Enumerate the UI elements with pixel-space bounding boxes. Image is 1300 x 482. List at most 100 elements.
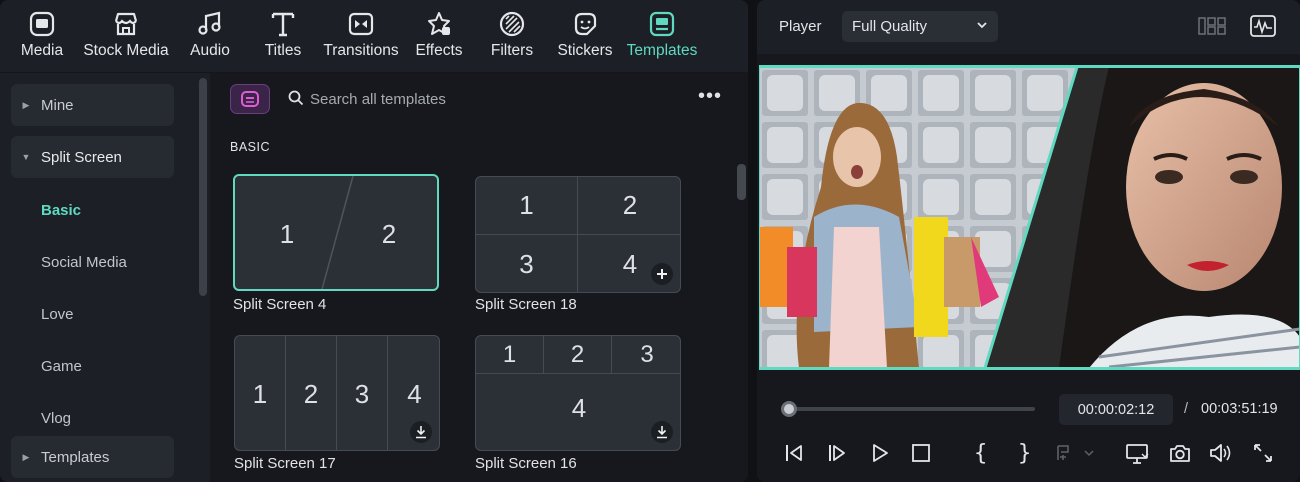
speaker-icon <box>1210 444 1231 462</box>
sparkle-icon <box>424 9 454 39</box>
display-settings-button[interactable] <box>1125 443 1149 465</box>
subcategory-basic[interactable]: Basic <box>41 202 81 219</box>
toolbar-audio[interactable]: Audio <box>180 0 240 73</box>
templates-icon <box>647 9 677 39</box>
sidebar-scrollbar[interactable] <box>199 78 207 296</box>
template-cell-label: 2 <box>381 219 397 249</box>
volume-button[interactable] <box>1209 443 1233 463</box>
media-library-panel: Media Stock Media Audio Titles Transitio… <box>0 0 748 482</box>
template-caption: Split Screen 4 <box>233 296 327 313</box>
text-t-icon <box>268 9 298 39</box>
template-cell-label: 3 <box>337 336 388 450</box>
next-frame-button[interactable] <box>827 443 847 463</box>
my-templates-button[interactable] <box>230 84 270 114</box>
subcategory-game[interactable]: Game <box>41 358 82 375</box>
template-card[interactable]: 1 2 3 4 Split Screen 17 <box>234 335 440 475</box>
audio-waveform-icon[interactable] <box>1250 15 1276 37</box>
toolbar-titles[interactable]: Titles <box>255 0 311 73</box>
preview-frame <box>759 67 1300 368</box>
total-duration: 00:03:51:19 <box>1201 401 1278 417</box>
template-card[interactable]: 1 2 Split Screen 4 <box>233 174 441 320</box>
template-thumbnail: 1 2 3 4 <box>475 176 681 293</box>
filter-icon <box>497 9 527 39</box>
subcategory-love[interactable]: Love <box>41 306 74 323</box>
playback-timeline[interactable] <box>781 401 1035 417</box>
play-icon <box>873 444 888 462</box>
category-templates[interactable]: ▶ Templates <box>11 436 174 478</box>
quality-value: Full Quality <box>852 18 928 35</box>
search-input[interactable] <box>310 86 640 112</box>
snapshot-marker-button[interactable] <box>1055 443 1095 463</box>
camera-icon <box>1170 445 1190 462</box>
toolbar-effects[interactable]: Effects <box>410 0 468 73</box>
template-cell-label: 2 <box>544 336 612 374</box>
category-mine[interactable]: ▶ Mine <box>11 84 174 126</box>
monitor-icon <box>1126 444 1149 464</box>
transition-icon <box>346 9 376 39</box>
more-options-icon[interactable]: ••• <box>698 85 722 108</box>
add-template-button[interactable] <box>651 263 673 285</box>
playhead-handle[interactable] <box>781 401 797 417</box>
template-cell-label: 1 <box>235 336 286 450</box>
subcategory-vlog[interactable]: Vlog <box>41 410 71 427</box>
subcategory-social-media[interactable]: Social Media <box>41 254 127 271</box>
template-cell-label: 1 <box>279 219 295 249</box>
play-button[interactable] <box>870 443 890 463</box>
template-cell-label: 1 <box>476 177 578 235</box>
category-split-screen[interactable]: ▼ Split Screen <box>11 136 174 178</box>
category-templates-label: Templates <box>41 448 110 466</box>
caret-right-icon: ▶ <box>22 99 30 110</box>
template-category-sidebar: ▶ Mine ▼ Split Screen Basic Social Media… <box>0 73 210 482</box>
mark-in-button[interactable]: { <box>974 441 987 466</box>
expand-icon <box>1254 444 1272 462</box>
caret-down-icon: ▼ <box>21 152 31 162</box>
chevron-down-icon <box>977 22 987 29</box>
template-cell-label: 2 <box>578 177 680 235</box>
quality-select[interactable]: Full Quality <box>842 11 998 42</box>
template-cell-label: 1 <box>476 336 544 374</box>
video-preview[interactable] <box>759 65 1300 370</box>
music-note-icon <box>195 9 225 39</box>
template-card[interactable]: 1 2 3 4 Split Screen 18 <box>475 176 681 320</box>
stop-button[interactable] <box>911 443 931 463</box>
template-cell-label: 3 <box>476 235 578 292</box>
toolbar-transitions[interactable]: Transitions <box>320 0 402 73</box>
current-time[interactable]: 00:00:02:12 <box>1059 394 1173 425</box>
download-template-button[interactable] <box>651 421 673 443</box>
toolbar-stock-media-label: Stock Media <box>83 42 169 59</box>
previous-frame-button[interactable] <box>784 443 804 463</box>
download-icon <box>416 426 426 439</box>
toolbar-stickers-label: Stickers <box>557 42 613 59</box>
stop-icon <box>912 444 930 462</box>
toolbar-media[interactable]: Media <box>6 0 78 73</box>
template-cell-label: 3 <box>612 336 680 374</box>
plus-icon <box>657 269 667 279</box>
top-toolbar: Media Stock Media Audio Titles Transitio… <box>0 0 748 73</box>
fullscreen-button[interactable] <box>1253 443 1273 463</box>
toolbar-stock-media[interactable]: Stock Media <box>80 0 172 73</box>
toolbar-titles-label: Titles <box>264 42 302 59</box>
toolbar-templates[interactable]: Templates <box>624 0 700 73</box>
toolbar-filters[interactable]: Filters <box>484 0 540 73</box>
template-caption: Split Screen 16 <box>475 455 577 472</box>
template-cell-label: 2 <box>286 336 337 450</box>
toolbar-templates-label: Templates <box>626 42 698 59</box>
template-thumbnail: 1 2 3 4 <box>475 335 681 451</box>
toolbar-stickers[interactable]: Stickers <box>554 0 616 73</box>
step-forward-icon <box>829 445 845 461</box>
mark-out-button[interactable]: } <box>1018 441 1031 466</box>
template-card[interactable]: 1 2 3 4 Split Screen 16 <box>475 335 681 475</box>
stock-media-icon <box>111 9 141 39</box>
toolbar-filters-label: Filters <box>490 42 534 59</box>
search-icon <box>288 90 304 106</box>
content-scrollbar[interactable] <box>737 164 746 200</box>
template-badge-icon <box>241 91 259 107</box>
grid-view-icon[interactable] <box>1198 15 1226 37</box>
download-icon <box>657 426 667 439</box>
snapshot-button[interactable] <box>1169 443 1191 463</box>
template-caption: Split Screen 18 <box>475 296 577 313</box>
template-thumbnail: 1 2 <box>233 174 439 291</box>
media-icon <box>27 9 57 39</box>
download-template-button[interactable] <box>410 421 432 443</box>
time-separator: / <box>1184 401 1189 417</box>
